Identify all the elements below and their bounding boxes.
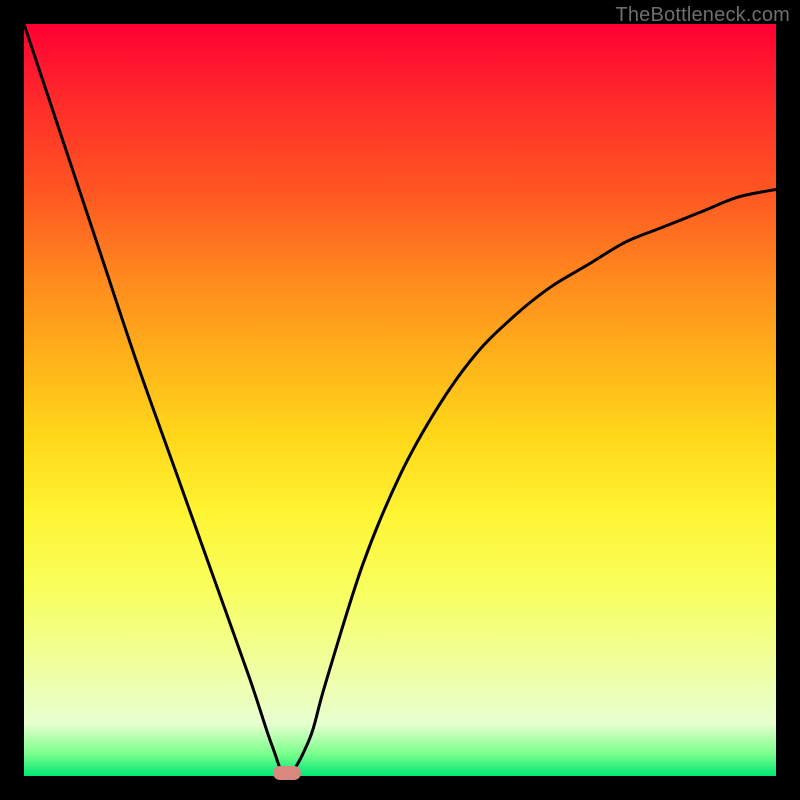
chart-container: TheBottleneck.com [0,0,800,800]
curve-svg [24,24,776,776]
bottleneck-curve [24,24,776,776]
optimal-marker [273,766,301,780]
plot-area [24,24,776,776]
watermark-text: TheBottleneck.com [615,4,790,27]
